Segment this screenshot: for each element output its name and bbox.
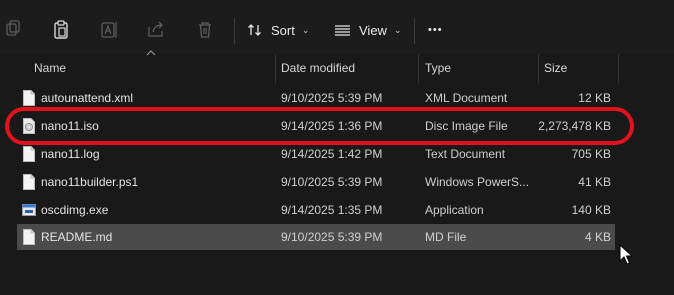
file-type: MD File [425,230,467,244]
file-type: Windows PowerS... [425,175,530,189]
delete-icon[interactable] [192,17,218,43]
file-name: README.md [41,230,113,244]
column-header-name[interactable]: Name [34,54,66,82]
file-size: 41 KB [578,175,611,189]
powershell-file-icon [23,174,35,190]
file-row-selected[interactable]: README.md 9/10/2025 5:39 PM MD File 4 KB [17,224,615,250]
file-name: oscdimg.exe [41,203,109,217]
file-date: 9/10/2025 5:39 PM [281,175,383,189]
column-header-size[interactable]: Size [544,54,567,82]
chevron-down-icon: ⌄ [393,24,402,35]
view-button[interactable]: View ⌄ [334,17,402,43]
chevron-down-icon: ⌄ [301,24,310,35]
file-size: 4 KB [584,230,611,244]
mouse-pointer-icon [619,244,633,265]
sort-button[interactable]: Sort ⌄ [247,17,309,43]
column-divider[interactable] [275,54,276,84]
red-highlight-annotation [5,107,634,145]
command-bar: Sort ⌄ View ⌄ ••• [0,0,674,54]
file-row[interactable]: oscdimg.exe 9/14/2025 1:35 PM Applicatio… [17,197,615,223]
xml-file-icon [23,90,35,106]
more-icon: ••• [428,24,443,36]
sort-icon [248,24,261,36]
share-icon[interactable] [143,17,169,43]
column-header-row: Name Date modified Type Size [0,54,674,84]
file-date: 9/10/2025 5:39 PM [281,230,383,244]
rename-icon[interactable] [96,17,122,43]
md-file-icon [23,229,35,245]
toolbar-separator [414,18,415,44]
file-date: 9/14/2025 1:35 PM [281,203,383,217]
view-icon [335,25,350,36]
file-row[interactable]: nano11builder.ps1 9/10/2025 5:39 PM Wind… [17,169,615,195]
more-options-button[interactable]: ••• [428,17,443,43]
application-icon [22,204,36,216]
view-label: View [359,22,387,38]
text-file-icon [23,146,35,162]
file-size: 140 KB [571,203,611,217]
paste-icon[interactable] [48,17,74,43]
column-divider[interactable] [618,54,619,84]
toolbar-separator [234,18,235,44]
file-type: Application [425,203,484,217]
column-header-date-modified[interactable]: Date modified [281,54,355,82]
copy-icon[interactable] [1,17,27,43]
column-divider[interactable] [538,54,539,84]
file-name: nano11builder.ps1 [41,175,139,189]
column-header-type[interactable]: Type [425,54,451,82]
sort-label: Sort [271,22,295,38]
column-divider[interactable] [418,54,419,84]
